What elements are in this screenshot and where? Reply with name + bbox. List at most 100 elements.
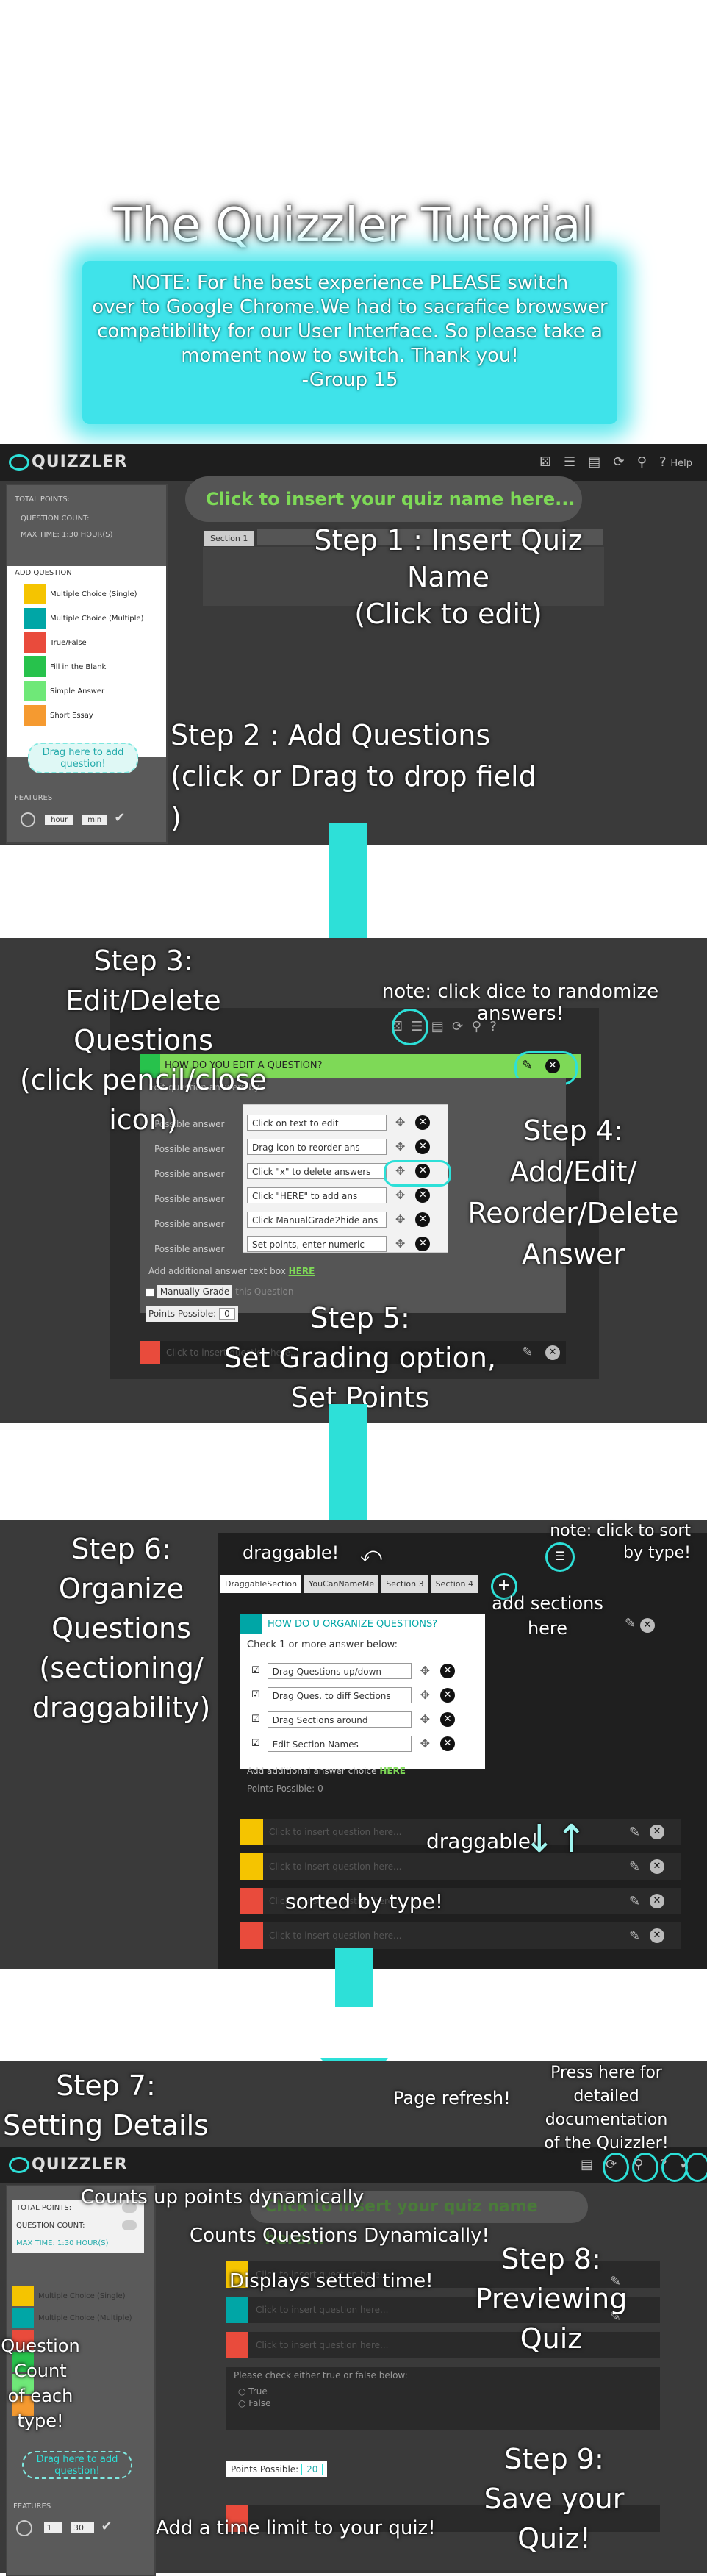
question-type-fill-blank[interactable]: Fill in the Blank [24, 656, 163, 677]
question-type-list: Multiple Choice (Single) Multiple Choice… [24, 584, 163, 726]
question-placeholder[interactable]: Click to insert question here... [256, 2305, 388, 2315]
answer-input[interactable]: Drag Sections around [267, 1711, 412, 1728]
checkmark-icon[interactable]: ✔ [114, 810, 125, 826]
draggable-top-label: draggable! [243, 1542, 340, 1563]
close-icon[interactable]: ✕ [639, 1618, 655, 1633]
move-icon[interactable]: ✥ [395, 1115, 405, 1129]
pencil-icon[interactable]: ✎ [629, 1894, 640, 1909]
delete-answer-icon[interactable]: ✕ [415, 1115, 431, 1130]
question-type-mc-single[interactable]: Multiple Choice (Single) [24, 584, 163, 604]
question-type-short-essay[interactable]: Short Essay [24, 705, 163, 726]
delete-answer-icon[interactable]: ✕ [440, 1663, 456, 1678]
question-placeholder[interactable]: Click to insert question here... [269, 1861, 401, 1872]
min-input[interactable]: min [82, 815, 108, 825]
tab-you-can-name-me[interactable]: YouCanNameMe [304, 1575, 379, 1593]
list-icon[interactable]: ☰ [564, 454, 575, 470]
answer-checkbox[interactable]: ☑ [251, 1714, 260, 1725]
question-type-mc-multiple[interactable]: Multiple Choice (Multiple) [24, 608, 163, 629]
answer-input[interactable]: Drag icon to reorder ans [247, 1138, 387, 1155]
delete-answer-icon[interactable]: ✕ [415, 1236, 431, 1251]
delete-answer-icon[interactable]: ✕ [440, 1687, 456, 1703]
press-here-label: Press here for detailed documentation of t… [544, 2064, 669, 2153]
question-type-simple-answer[interactable]: Simple Answer [24, 681, 163, 701]
close-icon[interactable]: ✕ [650, 1859, 664, 1874]
quiz-name-field[interactable]: Click to insert your quiz name here... [185, 476, 582, 522]
search-icon[interactable]: ⚲ [637, 454, 647, 470]
check-label: Check 1 or more answer below: [247, 1639, 398, 1650]
details-points-row: Points Possible: 20 [226, 2461, 328, 2477]
answer-input[interactable]: Edit Section Names [267, 1735, 412, 1752]
close-icon[interactable]: ✕ [650, 1825, 664, 1839]
move-icon[interactable]: ✥ [395, 1212, 405, 1226]
move-icon[interactable]: ✥ [420, 1736, 430, 1750]
answer-input[interactable]: Click "HERE" to add ans [247, 1187, 387, 1203]
type-color-swatch [24, 656, 46, 677]
question-row[interactable]: Click to insert question here... ✎ ✕ [240, 1853, 681, 1880]
question-placeholder[interactable]: Click to insert question here... [269, 1931, 401, 1941]
false-option[interactable]: ○ False [238, 2398, 270, 2408]
close-icon[interactable]: ✕ [545, 1345, 560, 1360]
question-type-true-false[interactable]: True/False [24, 632, 163, 653]
answer-checkbox[interactable]: ☑ [251, 1665, 260, 1676]
document-icon[interactable]: ▤ [588, 454, 600, 470]
max-time-label: MAX TIME: 1:30 HOUR(S) [21, 531, 113, 539]
delete-answer-icon[interactable]: ✕ [415, 1212, 431, 1227]
counts-points-label: Counts up points dynamically [81, 2186, 365, 2208]
true-option[interactable]: ○ True [238, 2386, 268, 2397]
delete-answer-icon[interactable]: ✕ [415, 1139, 431, 1154]
note-line: moment now to switch. Thank you! [181, 345, 519, 367]
question-placeholder[interactable]: Click to insert question here... [269, 1827, 401, 1837]
clock-icon [21, 812, 35, 827]
move-icon[interactable]: ✥ [420, 1664, 430, 1678]
hours-input[interactable]: 1 [43, 2522, 62, 2533]
details-drop-zone[interactable]: Drag here to add question! [22, 2451, 132, 2479]
dice-icon[interactable]: ⚄ [539, 454, 551, 470]
close-icon[interactable]: ✕ [650, 1928, 664, 1943]
save-highlight [685, 2153, 707, 2182]
move-icon[interactable]: ✥ [420, 1712, 430, 1726]
answer-checkbox[interactable]: ☑ [251, 1689, 260, 1700]
answer-input[interactable]: Click "x" to delete answers [247, 1162, 387, 1179]
delete-answer-icon[interactable]: ✕ [415, 1187, 431, 1203]
tab-section-4[interactable]: Section 4 [431, 1575, 478, 1593]
answer-checkbox[interactable]: ☑ [251, 1738, 260, 1749]
move-icon[interactable]: ✥ [395, 1237, 405, 1251]
move-icon[interactable]: ✥ [420, 1688, 430, 1702]
answer-input[interactable]: Set points, enter numeric [247, 1235, 387, 1252]
pencil-icon[interactable]: ✎ [629, 1928, 640, 1944]
question-count-each-label: Question Count of each type! [1, 2336, 80, 2431]
minutes-input[interactable]: 30 [71, 2522, 94, 2533]
here-link[interactable]: HERE [289, 1266, 315, 1276]
pencil-icon[interactable]: ✎ [629, 1825, 640, 1840]
question-row[interactable]: Click to insert question here... ✎ ✕ [240, 1922, 681, 1949]
page-title: The Quizzler Tutorial [112, 198, 595, 253]
step7-label: Step 7: Setting Details [3, 2069, 209, 2142]
help-link[interactable]: Help [670, 458, 692, 469]
answer-input[interactable]: Drag Questions up/down [267, 1662, 412, 1679]
question-placeholder[interactable]: Click to insert question here... [256, 2340, 388, 2350]
delete-answer-icon[interactable]: ✕ [440, 1711, 456, 1727]
document-icon[interactable]: ▤ [581, 2157, 593, 2172]
drop-zone[interactable]: Drag here to add question! [28, 743, 138, 773]
close-icon[interactable]: ✕ [650, 1894, 664, 1908]
type-color-swatch [24, 705, 46, 726]
answer-input[interactable]: Click ManualGrade2hide ans [247, 1211, 387, 1228]
points-input[interactable]: 20 [301, 2464, 323, 2475]
hour-input[interactable]: hour [45, 815, 74, 825]
refresh-icon[interactable]: ⟳ [613, 454, 624, 470]
question-title[interactable]: HOW DO U ORGANIZE QUESTIONS? [268, 1619, 437, 1630]
tab-section-3[interactable]: Section 3 [381, 1575, 428, 1593]
here-link[interactable]: HERE [379, 1766, 406, 1776]
delete-answer-icon[interactable]: ✕ [440, 1736, 456, 1751]
pencil-icon[interactable]: ✎ [625, 1616, 636, 1631]
checkmark-icon[interactable]: ✔ [101, 2519, 112, 2534]
manual-grade-checkbox[interactable] [146, 1287, 154, 1297]
answer-input[interactable]: Drag Ques. to diff Sections [267, 1686, 412, 1703]
move-icon[interactable]: ✥ [395, 1188, 405, 1202]
help-icon[interactable]: ? [659, 454, 667, 470]
pencil-icon[interactable]: ✎ [522, 1345, 533, 1360]
move-icon[interactable]: ✥ [395, 1139, 405, 1153]
pencil-icon[interactable]: ✎ [629, 1859, 640, 1875]
section-tab[interactable]: Section 1 [204, 531, 254, 546]
points-input[interactable]: 0 [317, 1783, 323, 1794]
